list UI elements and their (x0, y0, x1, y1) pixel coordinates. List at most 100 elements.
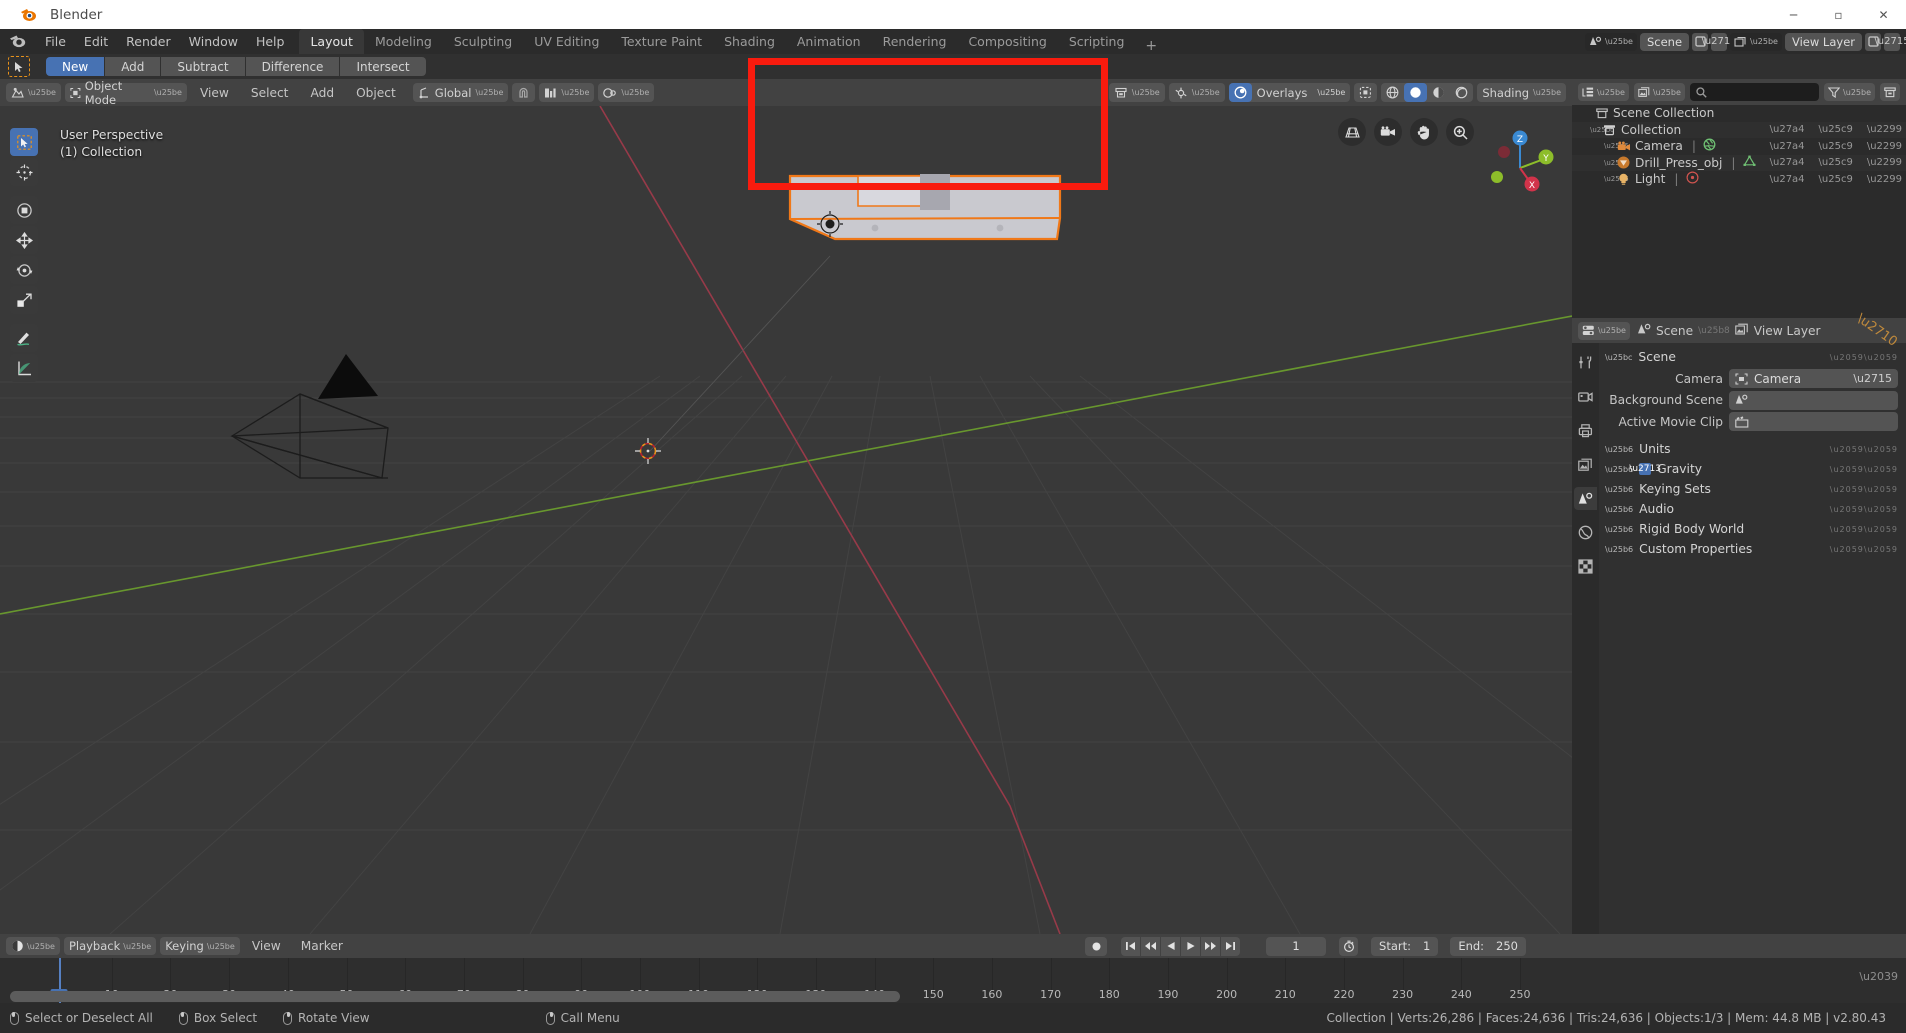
view-layer-name-field[interactable]: View Layer (1784, 32, 1862, 51)
scene-browse-button[interactable]: \u25be (1585, 32, 1637, 51)
camera-data-icon[interactable] (1703, 138, 1716, 154)
outliner-filter-button[interactable]: \u25be (1824, 83, 1875, 101)
boolean-mode-add[interactable]: Add (105, 57, 162, 76)
viewport-menu-object[interactable]: Object (347, 83, 405, 102)
transform-move-tool[interactable] (10, 226, 38, 254)
prev-keyframe-icon[interactable] (1141, 936, 1161, 956)
audio-expand-chevron-right-icon[interactable]: \u25b6 (1605, 505, 1633, 514)
camera-expand-chevron-right-icon[interactable]: \u25b6 (1604, 142, 1629, 150)
overlays-chevron-down-icon[interactable]: \u25be (1312, 83, 1350, 102)
outliner-row-scene-collection[interactable]: Scene Collection (1572, 105, 1906, 122)
viewport-menu-add[interactable]: Add (301, 83, 343, 102)
snap-target-dropdown[interactable]: \u25be (539, 83, 595, 102)
timeline-horizontal-scrollbar[interactable] (10, 991, 900, 1002)
outliner-new-collection-button[interactable] (1880, 83, 1900, 101)
viewport-3d[interactable]: User Perspective (1) Collection Z Y X \u… (0, 79, 1572, 934)
remove-view-layer-button[interactable]: \u2715 (1874, 32, 1906, 51)
viewport-menu-view[interactable]: View (191, 83, 238, 102)
selectable-cursor-icon[interactable]: \u27a4 (1770, 157, 1805, 168)
menu-file[interactable]: File (36, 31, 75, 52)
overlays-label[interactable]: Overlays (1252, 83, 1313, 102)
tab-sculpting[interactable]: Sculpting (443, 29, 523, 54)
object-mode-dropdown[interactable]: Object Mode \u25be (64, 79, 187, 107)
rigid-body-world-expand-chevron-right-icon[interactable]: \u25b6 (1605, 525, 1633, 534)
disable-render-camera-icon[interactable]: \u2299 (1867, 124, 1902, 135)
timeline-editor-type-button[interactable]: \u25be (6, 937, 60, 955)
jump-end-icon[interactable] (1221, 936, 1241, 956)
zoom-icon[interactable] (1446, 118, 1474, 146)
custom-properties-panel-header[interactable]: \u25b6 Custom Properties \u2059\u2059 (1599, 539, 1906, 559)
tab-texture-paint[interactable]: Texture Paint (610, 29, 713, 54)
gizmo-dropdown[interactable]: \u25be (1168, 83, 1225, 102)
custom-properties-expand-chevron-right-icon[interactable]: \u25b6 (1605, 545, 1633, 554)
camera-icon[interactable] (1374, 118, 1402, 146)
viewport-canvas[interactable]: User Perspective (1) Collection Z Y X (0, 106, 1572, 934)
menu-help[interactable]: Help (247, 31, 294, 52)
shading-solid-icon[interactable] (1404, 83, 1428, 102)
editor-type-icon[interactable]: \u25be (6, 83, 61, 102)
boolean-mode-new[interactable]: New (46, 57, 106, 76)
close-button[interactable]: ✕ (1861, 0, 1906, 29)
cursor-arrow-icon[interactable] (8, 56, 30, 77)
hand-icon[interactable] (1410, 118, 1438, 146)
units-expand-chevron-right-icon[interactable]: \u25b6 (1605, 445, 1633, 454)
shading-material-icon[interactable] (1427, 83, 1450, 102)
jump-start-icon[interactable] (1121, 936, 1141, 956)
grid-icon[interactable] (1338, 118, 1366, 146)
scale-tool[interactable] (10, 286, 38, 314)
rigid-body-world-panel-header[interactable]: \u25b6 Rigid Body World \u2059\u2059 (1599, 519, 1906, 539)
scene-panel-header[interactable]: \u25bc Scene \u2059\u2059 (1599, 347, 1906, 367)
tab-rendering[interactable]: Rendering (872, 29, 958, 54)
timeline-keying-menu[interactable]: Keying \u25be (160, 937, 240, 955)
audio-panel-header[interactable]: \u25b6 Audio \u2059\u2059 (1599, 499, 1906, 519)
boolean-mode-difference[interactable]: Difference (245, 57, 341, 76)
measure-tool[interactable] (10, 354, 38, 382)
camera-field[interactable]: Camera \u2715 (1729, 369, 1898, 388)
scene-name-field[interactable]: Scene (1639, 32, 1690, 51)
frame-range-end-field[interactable]: End: 250 (1450, 936, 1526, 956)
outliner-display-mode-button[interactable]: \u25be (1633, 83, 1685, 101)
minimize-button[interactable]: ─ (1771, 0, 1816, 29)
rotate-tool[interactable] (10, 256, 38, 284)
active-movie-clip-field[interactable] (1729, 412, 1898, 431)
timeline-track[interactable]: 1020304050607080901001101201301401501601… (0, 958, 1906, 1003)
properties-editor[interactable]: \u25be Scene \u25b8 View Layer \u2710 \u… (1572, 311, 1906, 934)
unlink-scene-button[interactable]: \u2715 (1701, 32, 1737, 51)
gravity-checkbox[interactable]: \u2713 (1629, 463, 1661, 475)
units-panel-header[interactable]: \u25b6 Units \u2059\u2059 (1599, 439, 1906, 459)
snap-magnet-icon[interactable] (512, 83, 536, 102)
camera-field-clear-icon[interactable]: \u2715 (1853, 372, 1892, 385)
cursor-tool[interactable] (10, 158, 38, 186)
disable-render-camera-icon[interactable]: \u2299 (1867, 157, 1902, 168)
properties-tab-texture[interactable] (1574, 555, 1597, 578)
tab-compositing[interactable]: Compositing (957, 29, 1057, 54)
shading-dropdown[interactable]: Shading \u25be (1477, 83, 1566, 102)
properties-tab-world[interactable] (1574, 521, 1597, 544)
background-scene-field[interactable] (1729, 390, 1898, 410)
properties-editor-type-button[interactable]: \u25be (1578, 321, 1630, 340)
timeline-marker-menu[interactable]: Marker (293, 939, 351, 953)
hide-eye-icon[interactable]: \u25c9 (1819, 141, 1853, 152)
properties-tab-render[interactable] (1574, 385, 1597, 408)
boolean-mode-intersect[interactable]: Intersect (340, 57, 426, 76)
outliner-row-drill-press-obj[interactable]: \u25b6 Drill_Press_obj | \u27a4 \u25c9 \… (1572, 154, 1906, 171)
properties-tab-output[interactable] (1574, 419, 1597, 442)
outliner-editor-type-button[interactable]: \u25be (1578, 83, 1629, 101)
xray-toggle-icon[interactable] (1354, 83, 1378, 102)
tweak-select-tool[interactable] (10, 128, 38, 156)
panel-expand-chevron-down-icon[interactable]: \u25bc (1605, 353, 1632, 362)
visibility-dropdown[interactable]: \u25be (1108, 83, 1165, 102)
viewport-axis-gizmo[interactable]: Z Y X (1482, 124, 1558, 200)
disable-render-camera-icon[interactable]: \u2299 (1867, 141, 1902, 152)
stopwatch-icon[interactable] (1339, 936, 1359, 956)
mesh-data-icon[interactable] (1743, 155, 1756, 170)
tab-modeling[interactable]: Modeling (364, 29, 443, 54)
timeline-playback-menu[interactable]: Playback \u25be (63, 937, 157, 955)
frame-range-start-field[interactable]: Start: 1 (1371, 936, 1439, 956)
add-workspace-button[interactable]: + (1135, 38, 1167, 54)
record-icon[interactable] (1085, 936, 1108, 956)
next-keyframe-icon[interactable] (1201, 936, 1221, 956)
shading-rendered-icon[interactable] (1450, 83, 1473, 102)
viewport-menu-select[interactable]: Select (242, 83, 298, 102)
boolean-mode-subtract[interactable]: Subtract (161, 57, 246, 76)
